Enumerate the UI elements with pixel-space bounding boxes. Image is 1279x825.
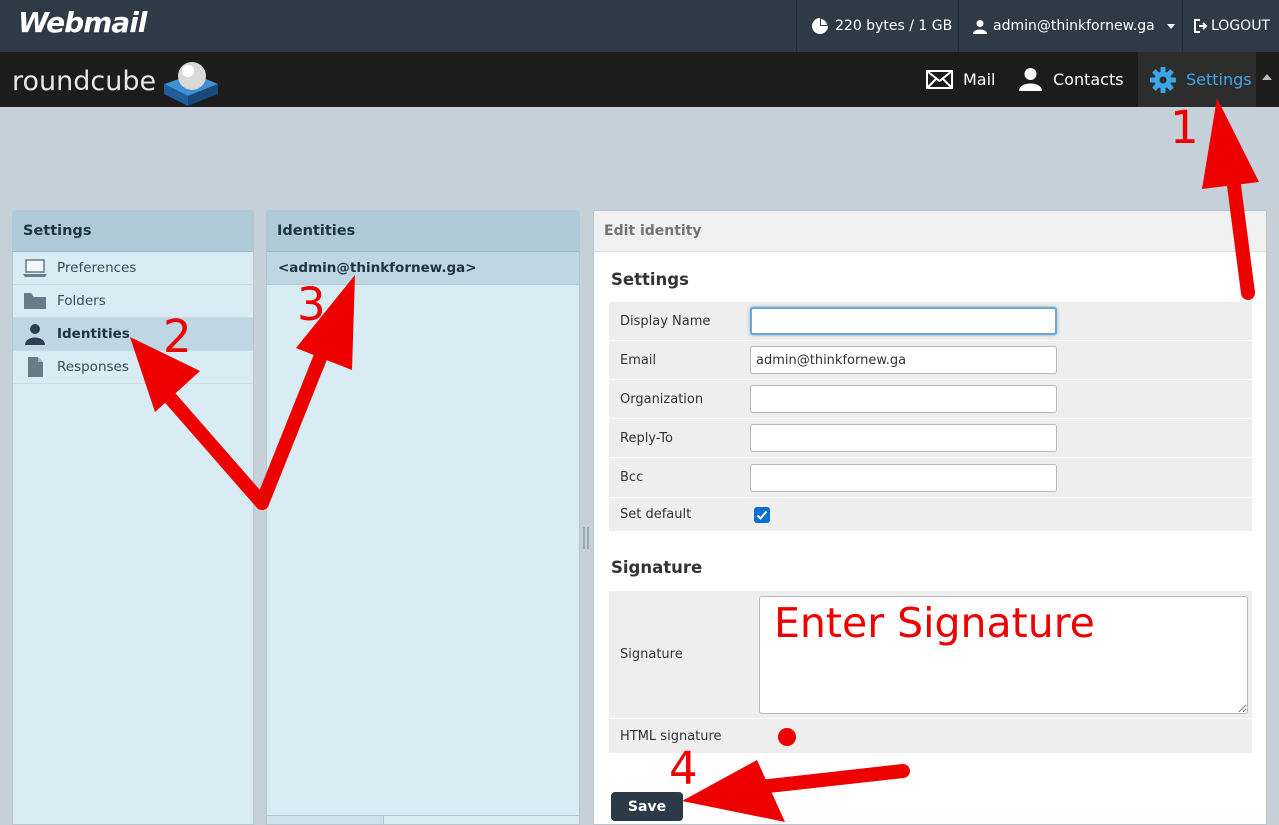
roundcube-logo[interactable]: roundcube (12, 58, 222, 106)
user-menu[interactable]: admin@thinkfornew.ga (958, 0, 1182, 52)
organization-row: Organization (609, 380, 1252, 418)
signature-label: Signature (620, 647, 683, 662)
settings-sidebar: Settings Preferences Folders Identities … (12, 210, 254, 825)
settings-section-title: Settings (611, 270, 689, 289)
gear-icon (1150, 66, 1176, 93)
folder-icon (24, 293, 46, 309)
person-icon (1019, 68, 1042, 91)
chevron-down-icon (1166, 23, 1175, 29)
enter-signature-annotation: Enter Signature (774, 599, 1095, 647)
webmail-brand: Webmail (18, 6, 147, 39)
save-button[interactable]: Save (611, 792, 683, 821)
sidebar-item-label: Folders (57, 293, 106, 309)
user-email: admin@thinkfornew.ga (993, 18, 1155, 34)
pie-chart-icon (812, 18, 828, 34)
html-signature-toggle[interactable] (778, 728, 796, 746)
logout-icon (1194, 19, 1208, 33)
set-default-checkbox[interactable] (754, 507, 770, 523)
app-header: roundcube Mail Contacts Settings (0, 52, 1279, 107)
step-1-label: 1 (1170, 101, 1199, 154)
reply-to-field[interactable] (750, 424, 1057, 452)
logout-button[interactable]: LOGOUT (1182, 0, 1279, 52)
collapse-header-button[interactable] (1262, 74, 1272, 80)
sidebar-item-identities[interactable]: Identities (13, 318, 253, 351)
tab-contacts[interactable]: Contacts (1018, 52, 1124, 107)
tab-mail-label: Mail (963, 70, 996, 89)
tab-settings-label: Settings (1186, 70, 1252, 89)
reply-to-label: Reply-To (620, 431, 673, 446)
arrow-1-head (1202, 98, 1259, 189)
identities-title: Identities (267, 211, 579, 252)
email-field[interactable] (750, 346, 1057, 374)
display-name-row: Display Name (609, 302, 1252, 340)
step-3-label: 3 (297, 278, 326, 331)
checkmark-icon (756, 510, 768, 520)
add-identity-button[interactable] (267, 816, 326, 824)
set-default-label: Set default (620, 507, 692, 522)
organization-field[interactable] (750, 385, 1057, 413)
logout-label: LOGOUT (1211, 18, 1270, 34)
identities-footer (267, 815, 579, 824)
sidebar-item-responses[interactable]: Responses (13, 351, 253, 384)
signature-section-title: Signature (611, 558, 703, 577)
logo-text: roundcube (12, 65, 157, 97)
edit-identity-panel: Edit identity Settings Display Name Emai… (593, 210, 1267, 825)
envelope-icon (926, 70, 953, 89)
document-icon (28, 357, 43, 377)
sidebar-item-folders[interactable]: Folders (13, 285, 253, 318)
quota-text: 220 bytes / 1 GB (835, 18, 953, 34)
email-label: Email (620, 353, 657, 368)
bcc-field[interactable] (750, 464, 1057, 492)
bcc-row: Bcc (609, 458, 1252, 497)
sidebar-item-label: Responses (57, 359, 129, 375)
step-4-label: 4 (669, 742, 698, 795)
user-icon (25, 324, 45, 345)
bcc-label: Bcc (620, 470, 644, 485)
display-name-label: Display Name (620, 314, 711, 329)
display-name-field[interactable] (750, 307, 1057, 335)
signature-row: Signature Enter Signature (609, 591, 1252, 718)
html-signature-row: HTML signature (609, 719, 1252, 753)
roundcube-cube-icon (164, 62, 219, 106)
tab-contacts-label: Contacts (1053, 70, 1124, 89)
top-bar: Webmail 220 bytes / 1 GB admin@thinkforn… (0, 0, 1279, 52)
settings-sidebar-title: Settings (13, 211, 253, 252)
reply-to-row: Reply-To (609, 419, 1252, 457)
sidebar-item-label: Identities (57, 326, 130, 342)
sidebar-item-label: Preferences (57, 260, 137, 276)
identity-options-button[interactable] (325, 816, 384, 824)
sidebar-item-preferences[interactable]: Preferences (13, 252, 253, 285)
step-2-label: 2 (163, 310, 192, 363)
laptop-icon (23, 259, 47, 277)
tab-mail[interactable]: Mail (926, 52, 996, 107)
set-default-row: Set default (609, 498, 1252, 531)
edit-identity-title: Edit identity (594, 211, 1266, 252)
user-icon (973, 19, 987, 34)
organization-label: Organization (620, 392, 704, 407)
panel-splitter[interactable] (583, 527, 589, 549)
quota-indicator: 220 bytes / 1 GB (796, 0, 958, 52)
email-row: Email (609, 341, 1252, 379)
tab-settings[interactable]: Settings (1138, 52, 1256, 107)
